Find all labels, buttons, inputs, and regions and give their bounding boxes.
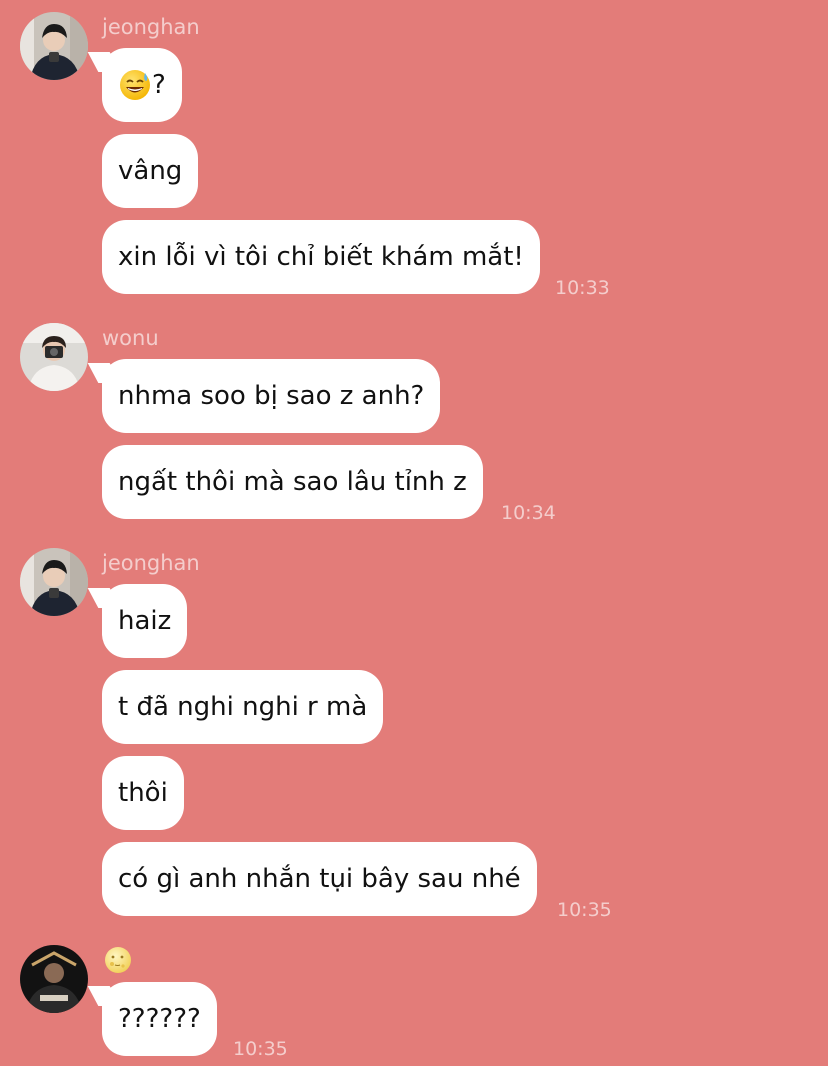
avatar-photo-icon [20,323,88,391]
avatar-jeonghan[interactable] [20,548,88,616]
message-bubble[interactable]: ngất thôi mà sao lâu tỉnh z [102,445,483,519]
chat-thread: jeonghan ? vâng xin lỗi vì tôi chỉ biết … [0,0,828,1066]
message-text: thôi [118,778,168,808]
avatar-jeonghan[interactable] [20,12,88,80]
message-timestamp: 10:33 [555,277,610,299]
message-bubble[interactable]: có gì anh nhắn tụi bây sau nhé [102,842,537,916]
message-bubble[interactable]: vâng [102,134,199,208]
message-bubble[interactable]: xin lỗi vì tôi chỉ biết khám mắt! [102,220,540,294]
message-bubble[interactable]: thôi [102,756,184,830]
avatar-photo-icon [20,945,88,1013]
sender-name: jeonghan [102,551,200,575]
message-text: ?????? [118,1004,201,1034]
message-bubble[interactable]: ?????? [102,982,217,1056]
message-text: ? [152,70,166,100]
message-text: vâng [118,156,183,186]
message-bubble[interactable]: t đã nghi nghi r mà [102,670,384,744]
message-text: ngất thôi mà sao lâu tỉnh z [118,467,467,497]
message-text: nhma soo bị sao z anh? [118,381,425,411]
message-text: có gì anh nhắn tụi bây sau nhé [118,864,521,894]
avatar-photo-icon [20,12,88,80]
avatar-wonu[interactable] [20,323,88,391]
message-timestamp: 10:34 [501,502,556,524]
message-text: xin lỗi vì tôi chỉ biết khám mắt! [118,242,524,272]
sweat-smile-emoji-icon [120,70,150,100]
message-text: haiz [118,606,172,636]
avatar-unknown[interactable] [20,945,88,1013]
message-timestamp: 10:35 [233,1038,288,1060]
avatar-photo-icon [20,548,88,616]
sender-name: jeonghan [102,15,200,39]
message-bubble[interactable]: ? [102,48,182,122]
message-bubble[interactable]: haiz [102,584,188,658]
message-timestamp: 10:35 [557,899,612,921]
sender-name: wonu [102,326,159,350]
message-text: t đã nghi nghi r mà [118,692,368,722]
message-bubble[interactable]: nhma soo bị sao z anh? [102,359,441,433]
moon-face-emoji-icon [105,947,131,973]
